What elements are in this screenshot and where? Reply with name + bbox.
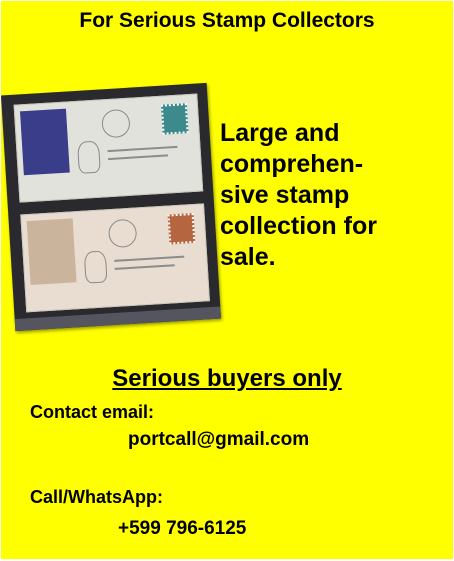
description-line: sale. (220, 243, 276, 271)
email-address[interactable]: portcall@gmail.com (128, 429, 309, 451)
description-line: sive stamp (220, 181, 350, 209)
serious-buyers-note: Serious buyers only (112, 365, 342, 392)
phone-label: Call/WhatsApp: (30, 487, 163, 507)
postage-stamp-icon (167, 212, 196, 245)
postmark-icon (107, 218, 138, 249)
description-line: collection for (220, 212, 377, 240)
first-day-cover-bottom (20, 203, 210, 313)
stamp-covers-photo (0, 82, 222, 332)
address-line (108, 154, 169, 161)
postmark-icon (76, 140, 101, 174)
first-day-cover-top (13, 93, 204, 203)
flyer-description: Large and comprehen- sive stamp collecti… (220, 118, 448, 273)
postmark-icon (101, 108, 131, 139)
cachet-image (26, 218, 77, 286)
address-line (114, 264, 175, 270)
description-line: comprehen- (220, 150, 364, 178)
stamp-flyer: For Serious Stamp Collectors Large and c… (0, 1, 453, 559)
address-line (107, 145, 178, 153)
flyer-heading: For Serious Stamp Collectors (79, 9, 375, 32)
postage-stamp-icon (160, 103, 189, 135)
address-line (114, 255, 185, 262)
cachet-image (19, 108, 70, 176)
description-line: Large and (220, 119, 340, 147)
postmark-icon (83, 250, 108, 284)
email-label: Contact email: (30, 402, 155, 422)
phone-number[interactable]: +599 796-6125 (118, 518, 246, 540)
